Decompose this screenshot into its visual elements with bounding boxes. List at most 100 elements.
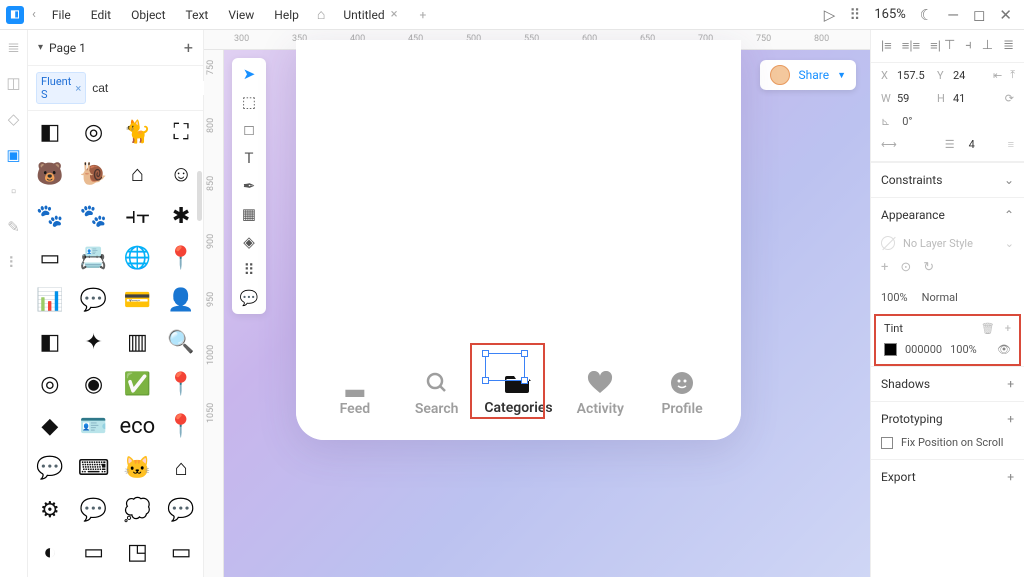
distribute-icon[interactable]: ≣: [1003, 38, 1014, 54]
icon-grid-item[interactable]: 📷: [28, 573, 72, 577]
shadows-header[interactable]: Shadows +: [871, 367, 1024, 401]
export-header[interactable]: Export +: [871, 460, 1024, 494]
icon-grid-item[interactable]: 🐻: [28, 153, 72, 195]
icon-grid-item[interactable]: ◫: [116, 573, 160, 577]
scrollbar-thumb[interactable]: [197, 171, 202, 221]
menu-object[interactable]: Object: [123, 4, 173, 26]
icon-grid-item[interactable]: 💳: [116, 279, 160, 321]
image-icon[interactable]: ▫: [11, 182, 16, 200]
assets-icon[interactable]: ◫: [6, 74, 20, 92]
layers-icon[interactable]: ≣: [7, 38, 20, 56]
menu-help[interactable]: Help: [266, 4, 307, 26]
play-icon[interactable]: ▷: [824, 6, 836, 24]
frame-tool-icon[interactable]: ⬚: [232, 92, 266, 112]
spacing-icon[interactable]: ⟷: [881, 138, 897, 151]
icon-grid-item[interactable]: ⚙: [28, 489, 72, 531]
tint-row[interactable]: 000000 100% 👁: [884, 343, 1011, 356]
icon-grid-item[interactable]: 📇: [72, 237, 116, 279]
minimize-icon[interactable]: —: [947, 6, 959, 24]
comment-tool-icon[interactable]: 💬: [232, 288, 266, 308]
add-tint-icon[interactable]: +: [1005, 322, 1011, 335]
maximize-icon[interactable]: ◻: [973, 6, 985, 24]
icon-grid-item[interactable]: 🪪: [72, 405, 116, 447]
pen-tool-icon[interactable]: ✒: [232, 176, 266, 196]
icon-grid-item[interactable]: ⌨: [72, 447, 116, 489]
icon-grid-item[interactable]: 🐌: [72, 153, 116, 195]
text-tool-icon[interactable]: T: [232, 148, 266, 168]
icon-grid-item[interactable]: 🌐: [116, 237, 160, 279]
close-tab-icon[interactable]: ×: [391, 7, 398, 22]
appearance-header[interactable]: Appearance ⌃: [871, 198, 1024, 232]
icon-grid-item[interactable]: ⫞⫟: [116, 195, 160, 237]
plugins-icon[interactable]: ▣: [6, 146, 20, 164]
selection-box[interactable]: [485, 353, 525, 381]
tab-feed[interactable]: ▂ Feed: [321, 371, 389, 417]
artboard[interactable]: ▂ Feed Search Categories: [296, 40, 741, 440]
icon-grid-item[interactable]: 💬: [28, 447, 72, 489]
tab-search[interactable]: Search: [403, 371, 471, 417]
icon-grid-item[interactable]: 🐈: [116, 111, 160, 153]
grid-tool-icon[interactable]: ⠿: [232, 260, 266, 280]
checkbox-icon[interactable]: [881, 437, 893, 449]
opacity-value[interactable]: 100%: [881, 291, 908, 304]
components-icon[interactable]: ◇: [8, 110, 20, 128]
update-style-icon[interactable]: ⊙: [900, 260, 911, 275]
tint-opacity[interactable]: 100%: [950, 343, 977, 356]
close-window-icon[interactable]: ✕: [999, 6, 1012, 24]
rotation-value[interactable]: 0°: [902, 115, 912, 128]
align-top-icon[interactable]: ⊤: [944, 38, 955, 54]
h-value[interactable]: 41: [953, 92, 985, 105]
icon-grid-item[interactable]: ◳: [116, 531, 160, 573]
icon-grid-item[interactable]: ◎: [72, 111, 116, 153]
prototyping-header[interactable]: Prototyping +: [871, 402, 1024, 436]
icon-grid-item[interactable]: ▭: [28, 237, 72, 279]
add-style-icon[interactable]: +: [881, 260, 888, 275]
icon-grid-item[interactable]: ⌂: [116, 153, 160, 195]
app-logo-icon[interactable]: ◧: [6, 6, 24, 24]
icon-grid-item[interactable]: ◧: [28, 321, 72, 363]
grid-icon[interactable]: ⠿: [849, 6, 860, 24]
delete-tint-icon[interactable]: 🗑: [981, 322, 995, 335]
component-tool-icon[interactable]: ◈: [232, 232, 266, 252]
menu-file[interactable]: File: [44, 4, 79, 26]
y-value[interactable]: 24: [953, 69, 985, 82]
tab-profile[interactable]: Profile: [648, 371, 716, 417]
home-icon[interactable]: ⌂: [311, 6, 331, 23]
icon-grid-item[interactable]: 💭: [116, 489, 160, 531]
icon-grid-item[interactable]: 🐾: [28, 195, 72, 237]
icon-grid-item[interactable]: ◆: [28, 405, 72, 447]
move-tool-icon[interactable]: ➤: [232, 64, 266, 84]
tab-activity[interactable]: Activity: [566, 371, 634, 417]
align-right-icon[interactable]: ≡|: [930, 38, 941, 54]
menu-edit[interactable]: Edit: [83, 4, 119, 26]
icon-grid-item[interactable]: 💬: [72, 489, 116, 531]
constraints-header[interactable]: Constraints ⌄: [871, 163, 1024, 197]
icon-grid-item[interactable]: ◧: [28, 111, 72, 153]
layer-style-row[interactable]: No Layer Style ⌄: [871, 232, 1024, 254]
icon-grid-item[interactable]: ✦: [72, 321, 116, 363]
align-bottom-icon[interactable]: ⊥: [982, 38, 993, 54]
more-icon[interactable]: ≡: [1008, 138, 1014, 151]
settings-icon[interactable]: ⠇: [8, 254, 19, 272]
align-center-h-icon[interactable]: ≡|≡: [902, 38, 920, 54]
tint-hex[interactable]: 000000: [905, 343, 942, 356]
icon-grid-item[interactable]: ◎: [28, 363, 72, 405]
icon-grid-item[interactable]: ◐: [28, 531, 72, 573]
icon-grid-item[interactable]: ▭: [72, 531, 116, 573]
blend-mode[interactable]: Normal: [922, 291, 958, 304]
rectangle-tool-icon[interactable]: □: [232, 120, 266, 140]
menu-text[interactable]: Text: [178, 4, 217, 26]
share-pill[interactable]: Share ▼: [760, 60, 856, 90]
icon-grid-item[interactable]: 🐱: [116, 447, 160, 489]
flip-v-icon[interactable]: ⤒: [1010, 68, 1015, 82]
add-proto-icon[interactable]: +: [1007, 412, 1014, 426]
icon-grid-item[interactable]: ▤: [72, 573, 116, 577]
document-tab[interactable]: Untitled ×: [335, 7, 405, 22]
tint-swatch[interactable]: [884, 343, 897, 356]
w-value[interactable]: 59: [897, 92, 929, 105]
canvas[interactable]: ➤ ⬚ □ T ✒ ▦ ◈ ⠿ 💬 ▫▫ ▫│▫ ◻ ✧ Share ▼: [224, 50, 870, 577]
moon-icon[interactable]: ☾: [920, 6, 933, 24]
add-page-icon[interactable]: +: [184, 38, 193, 57]
columns-value[interactable]: 4: [969, 138, 975, 151]
icon-grid-item[interactable]: 💬: [72, 279, 116, 321]
